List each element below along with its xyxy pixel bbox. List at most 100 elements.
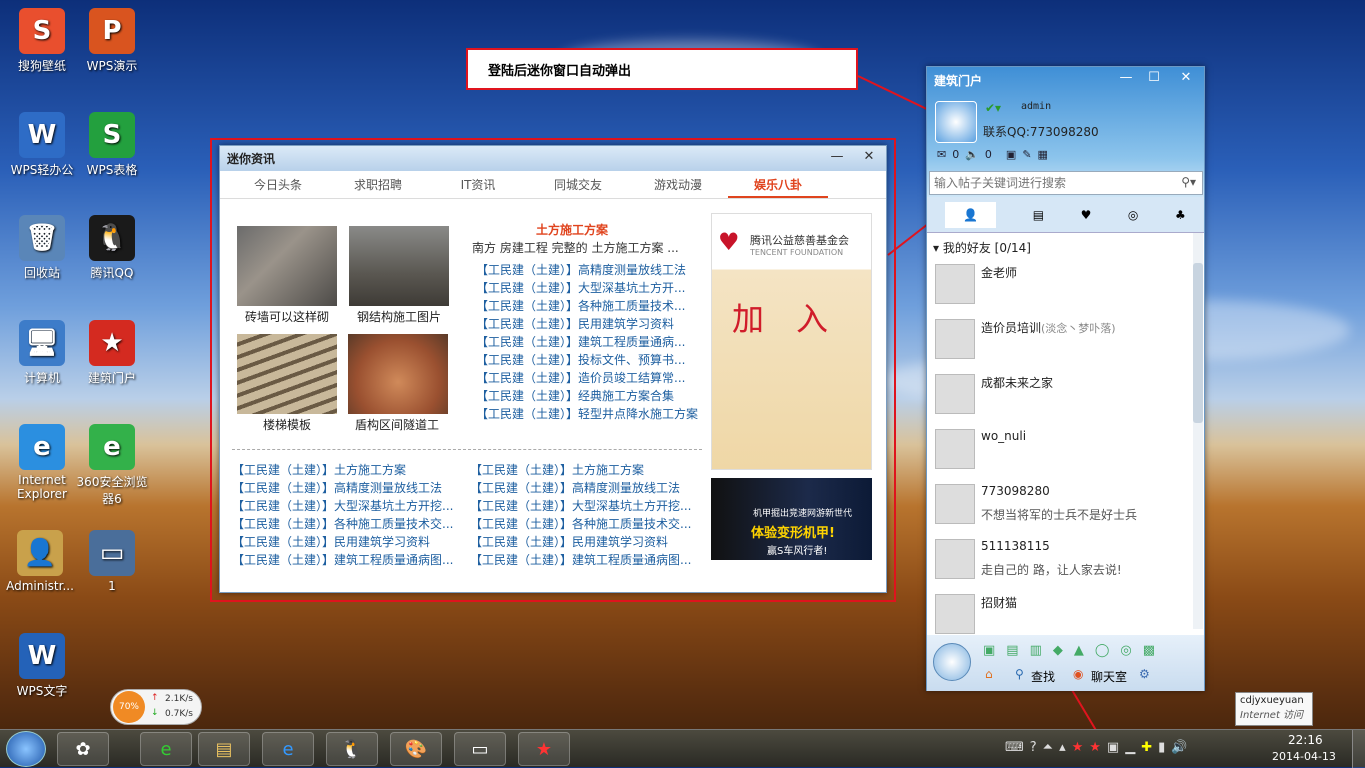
tray-jianzhu-icon[interactable]: ★ (1072, 740, 1090, 755)
taskbar-jianzhu-icon[interactable]: ★ (518, 732, 570, 766)
tab-1[interactable]: 求职招聘 (328, 171, 428, 198)
tab-5[interactable]: 娱乐八卦 (728, 171, 828, 198)
speaker-icon[interactable]: 🔈 (965, 148, 979, 161)
panel-minimize-button[interactable]: — (1115, 69, 1137, 87)
scrollbar[interactable] (1193, 233, 1203, 629)
photo-tunnel[interactable] (348, 334, 448, 414)
tab-favorites-icon[interactable]: ♥ (1081, 208, 1092, 222)
app-icon[interactable]: ▦ (1038, 148, 1048, 161)
friend-item[interactable]: 773098280 不想当将军的士兵不是好士兵 (935, 484, 1195, 534)
show-desktop-button[interactable] (1352, 730, 1365, 768)
friend-name: 金老师 (981, 266, 1018, 280)
settings-gear-icon[interactable]: ⚙ (1139, 667, 1150, 681)
taskbar-sogou-icon[interactable]: ✿ (57, 732, 109, 766)
search-box[interactable]: ⚲▾ (929, 171, 1203, 195)
photo-stair-formwork[interactable] (237, 334, 337, 414)
friend-item[interactable]: 成都未来之家 (935, 374, 1195, 424)
headline[interactable]: 土方施工方案 (472, 221, 672, 238)
news-link[interactable]: 【工民建（土建）】投标文件、预算书... (476, 351, 706, 369)
tab-0[interactable]: 今日头条 (228, 171, 328, 198)
friend-item[interactable]: 511138115 走自己的 路，让人家去说! (935, 539, 1195, 589)
find-icon[interactable]: ⚲ (1015, 667, 1024, 681)
caption-tunnel[interactable]: 盾构区间隧道工 (337, 416, 457, 433)
caption-steel[interactable]: 钢结构施工图片 (339, 308, 459, 325)
news-link[interactable]: 【工民建（土建）】经典施工方案合集 (476, 387, 706, 405)
taskbar-qq-icon[interactable]: 🐧 (326, 732, 378, 766)
volume-count: 0 (984, 148, 992, 161)
taskbar-photo-icon[interactable]: ▭ (454, 732, 506, 766)
news-link[interactable]: 【工民建（土建）】各种施工质量技术交... (232, 515, 462, 533)
scroll-thumb[interactable] (1193, 263, 1203, 423)
mini-news-icon[interactable]: ▣ (1006, 148, 1016, 161)
tray-jianzhu2-icon[interactable]: ★ (1089, 740, 1107, 755)
caption-stair[interactable]: 楼梯模板 (227, 416, 347, 433)
caption-brick[interactable]: 砖墙可以这样砌 (227, 308, 347, 325)
online-status-icon[interactable]: ✔▾ (985, 101, 1001, 115)
note-icon[interactable]: ✎ (1022, 148, 1031, 161)
news-link[interactable]: 【工民建（土建）】建筑工程质量通病图... (232, 551, 462, 569)
news-link[interactable]: 【工民建（土建）】各种施工质量技术交... (470, 515, 702, 533)
chat-icon[interactable]: ◉ (1073, 667, 1083, 681)
search-icon[interactable]: ⚲▾ (1181, 175, 1196, 189)
friend-item[interactable]: wo_nuli (935, 429, 1195, 479)
news-link[interactable]: 【工民建（土建）】大型深基坑土方开挖... (470, 497, 702, 515)
mini-title: 迷你资讯 (227, 152, 276, 166)
close-button[interactable]: ✕ (858, 148, 880, 166)
toolbar-row: ✉ 0 🔈 0 ▣ ✎ ▦ (937, 148, 1048, 161)
news-link[interactable]: 【工民建（土建）】土方施工方案 (470, 461, 702, 479)
mail-icon[interactable]: ✉ (937, 148, 946, 161)
taskbar-ie-icon[interactable]: e (262, 732, 314, 766)
tab-compass-icon[interactable]: ◎ (1128, 208, 1138, 222)
tray-icons: ⌨?⏶▴★★▣▁✚▮🔊 (1005, 740, 1194, 755)
group-header[interactable]: ▾ 我的好友 [0/14] (933, 239, 1031, 256)
mini-news-window: 迷你资讯 — ✕ 今日头条 求职招聘 IT资讯 同城交友 游戏动漫 娱乐八卦 砖墙可以这样… (219, 145, 887, 593)
news-link[interactable]: 【工民建（土建）】轻型井点降水施工方案 (476, 405, 706, 423)
news-link[interactable]: 【工民建（土建）】民用建筑学习资料 (470, 533, 702, 551)
chat-label[interactable]: 聊天室 (1091, 668, 1127, 685)
find-label[interactable]: 查找 (1031, 668, 1055, 685)
news-link[interactable]: 【工民建（土建）】民用建筑学习资料 (476, 315, 706, 333)
tab-groups-icon[interactable]: ▤ (1033, 208, 1044, 222)
friend-item[interactable]: 金老师 (935, 264, 1195, 314)
tab-3[interactable]: 同城交友 (528, 171, 628, 198)
tab-2[interactable]: IT资讯 (428, 171, 528, 198)
tray-plus-icon[interactable]: ✚ (1141, 740, 1158, 755)
news-link[interactable]: 【工民建（土建）】建筑工程质量通病图... (470, 551, 702, 569)
news-link[interactable]: 【工民建（土建）】大型深基坑土方开... (476, 279, 706, 297)
news-link[interactable]: 【工民建（土建）】各种施工质量技术... (476, 297, 706, 315)
news-link[interactable]: 【工民建（土建）】土方施工方案 (232, 461, 462, 479)
photo-brick-wall[interactable] (237, 226, 337, 306)
panel-close-button[interactable]: ✕ (1175, 69, 1197, 87)
start-button[interactable] (6, 731, 46, 767)
taskbar: ✿ e ▤ e 🐧 🎨 ▭ ★ ⌨?⏶▴★★▣▁✚▮🔊 22:16 2014-0… (0, 729, 1365, 768)
news-link[interactable]: 【工民建（土建）】造价员竣工结算常... (476, 369, 706, 387)
news-link[interactable]: 【工民建（土建）】高精度测量放线工法 (476, 261, 706, 279)
tab-4[interactable]: 游戏动漫 (628, 171, 728, 198)
news-link[interactable]: 【工民建（土建）】民用建筑学习资料 (232, 533, 462, 551)
home-icon[interactable]: ⌂ (985, 667, 993, 681)
ad-tencent-foundation[interactable]: ♥ 腾讯公益慈善基金会 TENCENT FOUNDATION 加 入 (711, 213, 872, 470)
speed-widget[interactable]: 70% 2.1K/s 0.7K/s ↑ ↓ (110, 689, 202, 725)
user-avatar[interactable] (935, 101, 977, 143)
news-link[interactable]: 【工民建（土建）】建筑工程质量通病... (476, 333, 706, 351)
taskbar-paint-icon[interactable]: 🎨 (390, 732, 442, 766)
search-input[interactable] (930, 172, 1170, 194)
panel-maximize-button[interactable]: ☐ (1143, 69, 1165, 87)
news-link[interactable]: 【工民建（土建）】大型深基坑土方开挖... (232, 497, 462, 515)
news-link[interactable]: 【工民建（土建）】高精度测量放线工法 (232, 479, 462, 497)
main-menu-button[interactable] (933, 643, 971, 681)
panel-bottom: ▣▤▥◆▲◯◎▩ ⌂ ⚲ 查找 ◉ 聊天室 ⚙ (927, 635, 1204, 691)
friend-name: wo_nuli (981, 429, 1027, 443)
clock-time[interactable]: 22:16 (1288, 733, 1323, 747)
ad-game[interactable]: 机甲掘出竞速网游新世代 体验变形机甲! 赢S车风行者! (711, 478, 872, 560)
clock-date[interactable]: 2014-04-13 (1272, 750, 1336, 763)
minimize-button[interactable]: — (826, 148, 848, 166)
taskbar-360-icon[interactable]: e (140, 732, 192, 766)
friend-name: 511138115 (981, 539, 1050, 553)
photo-steel-structure[interactable] (349, 226, 449, 306)
news-link[interactable]: 【工民建（土建）】高精度测量放线工法 (470, 479, 702, 497)
tab-tree-icon[interactable]: ♣ (1175, 208, 1186, 222)
tab-contacts-icon[interactable]: 👤 (945, 201, 997, 228)
taskbar-explorer-icon[interactable]: ▤ (198, 732, 250, 766)
friend-item[interactable]: 造价员培训(淡念丶梦卟落) (935, 319, 1195, 369)
